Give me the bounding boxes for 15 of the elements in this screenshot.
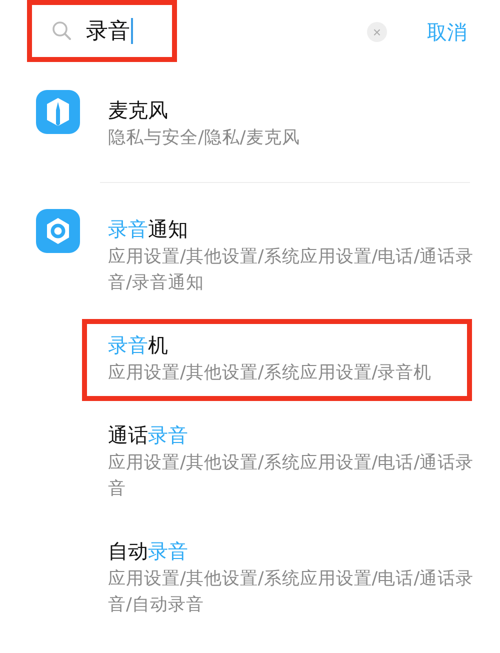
result-title[interactable]: 麦克风 — [108, 95, 467, 125]
result-path: 隐私与安全/隐私/麦克风 — [108, 127, 301, 150]
result-path: 应用设置/其他设置/系统应用设置/电话/通话录音/自动录音 — [108, 568, 475, 617]
result-title[interactable]: 录音通知 — [108, 214, 467, 244]
settings-icon — [36, 209, 80, 253]
search-field[interactable]: 录音 — [32, 5, 172, 57]
result-path: 应用设置/其他设置/系统应用设置/录音机 — [108, 362, 433, 385]
result-title[interactable]: 通话录音 — [108, 420, 467, 450]
result-title[interactable]: 自动录音 — [108, 536, 467, 566]
text-cursor — [131, 18, 133, 44]
result-path: 应用设置/其他设置/系统应用设置/电话/通话录音/录音通知 — [108, 246, 475, 295]
result-title[interactable]: 录音机 — [108, 330, 467, 360]
search-icon — [52, 21, 72, 41]
shield-icon — [36, 90, 80, 134]
result-path: 应用设置/其他设置/系统应用设置/电话/通话录音 — [108, 452, 475, 501]
